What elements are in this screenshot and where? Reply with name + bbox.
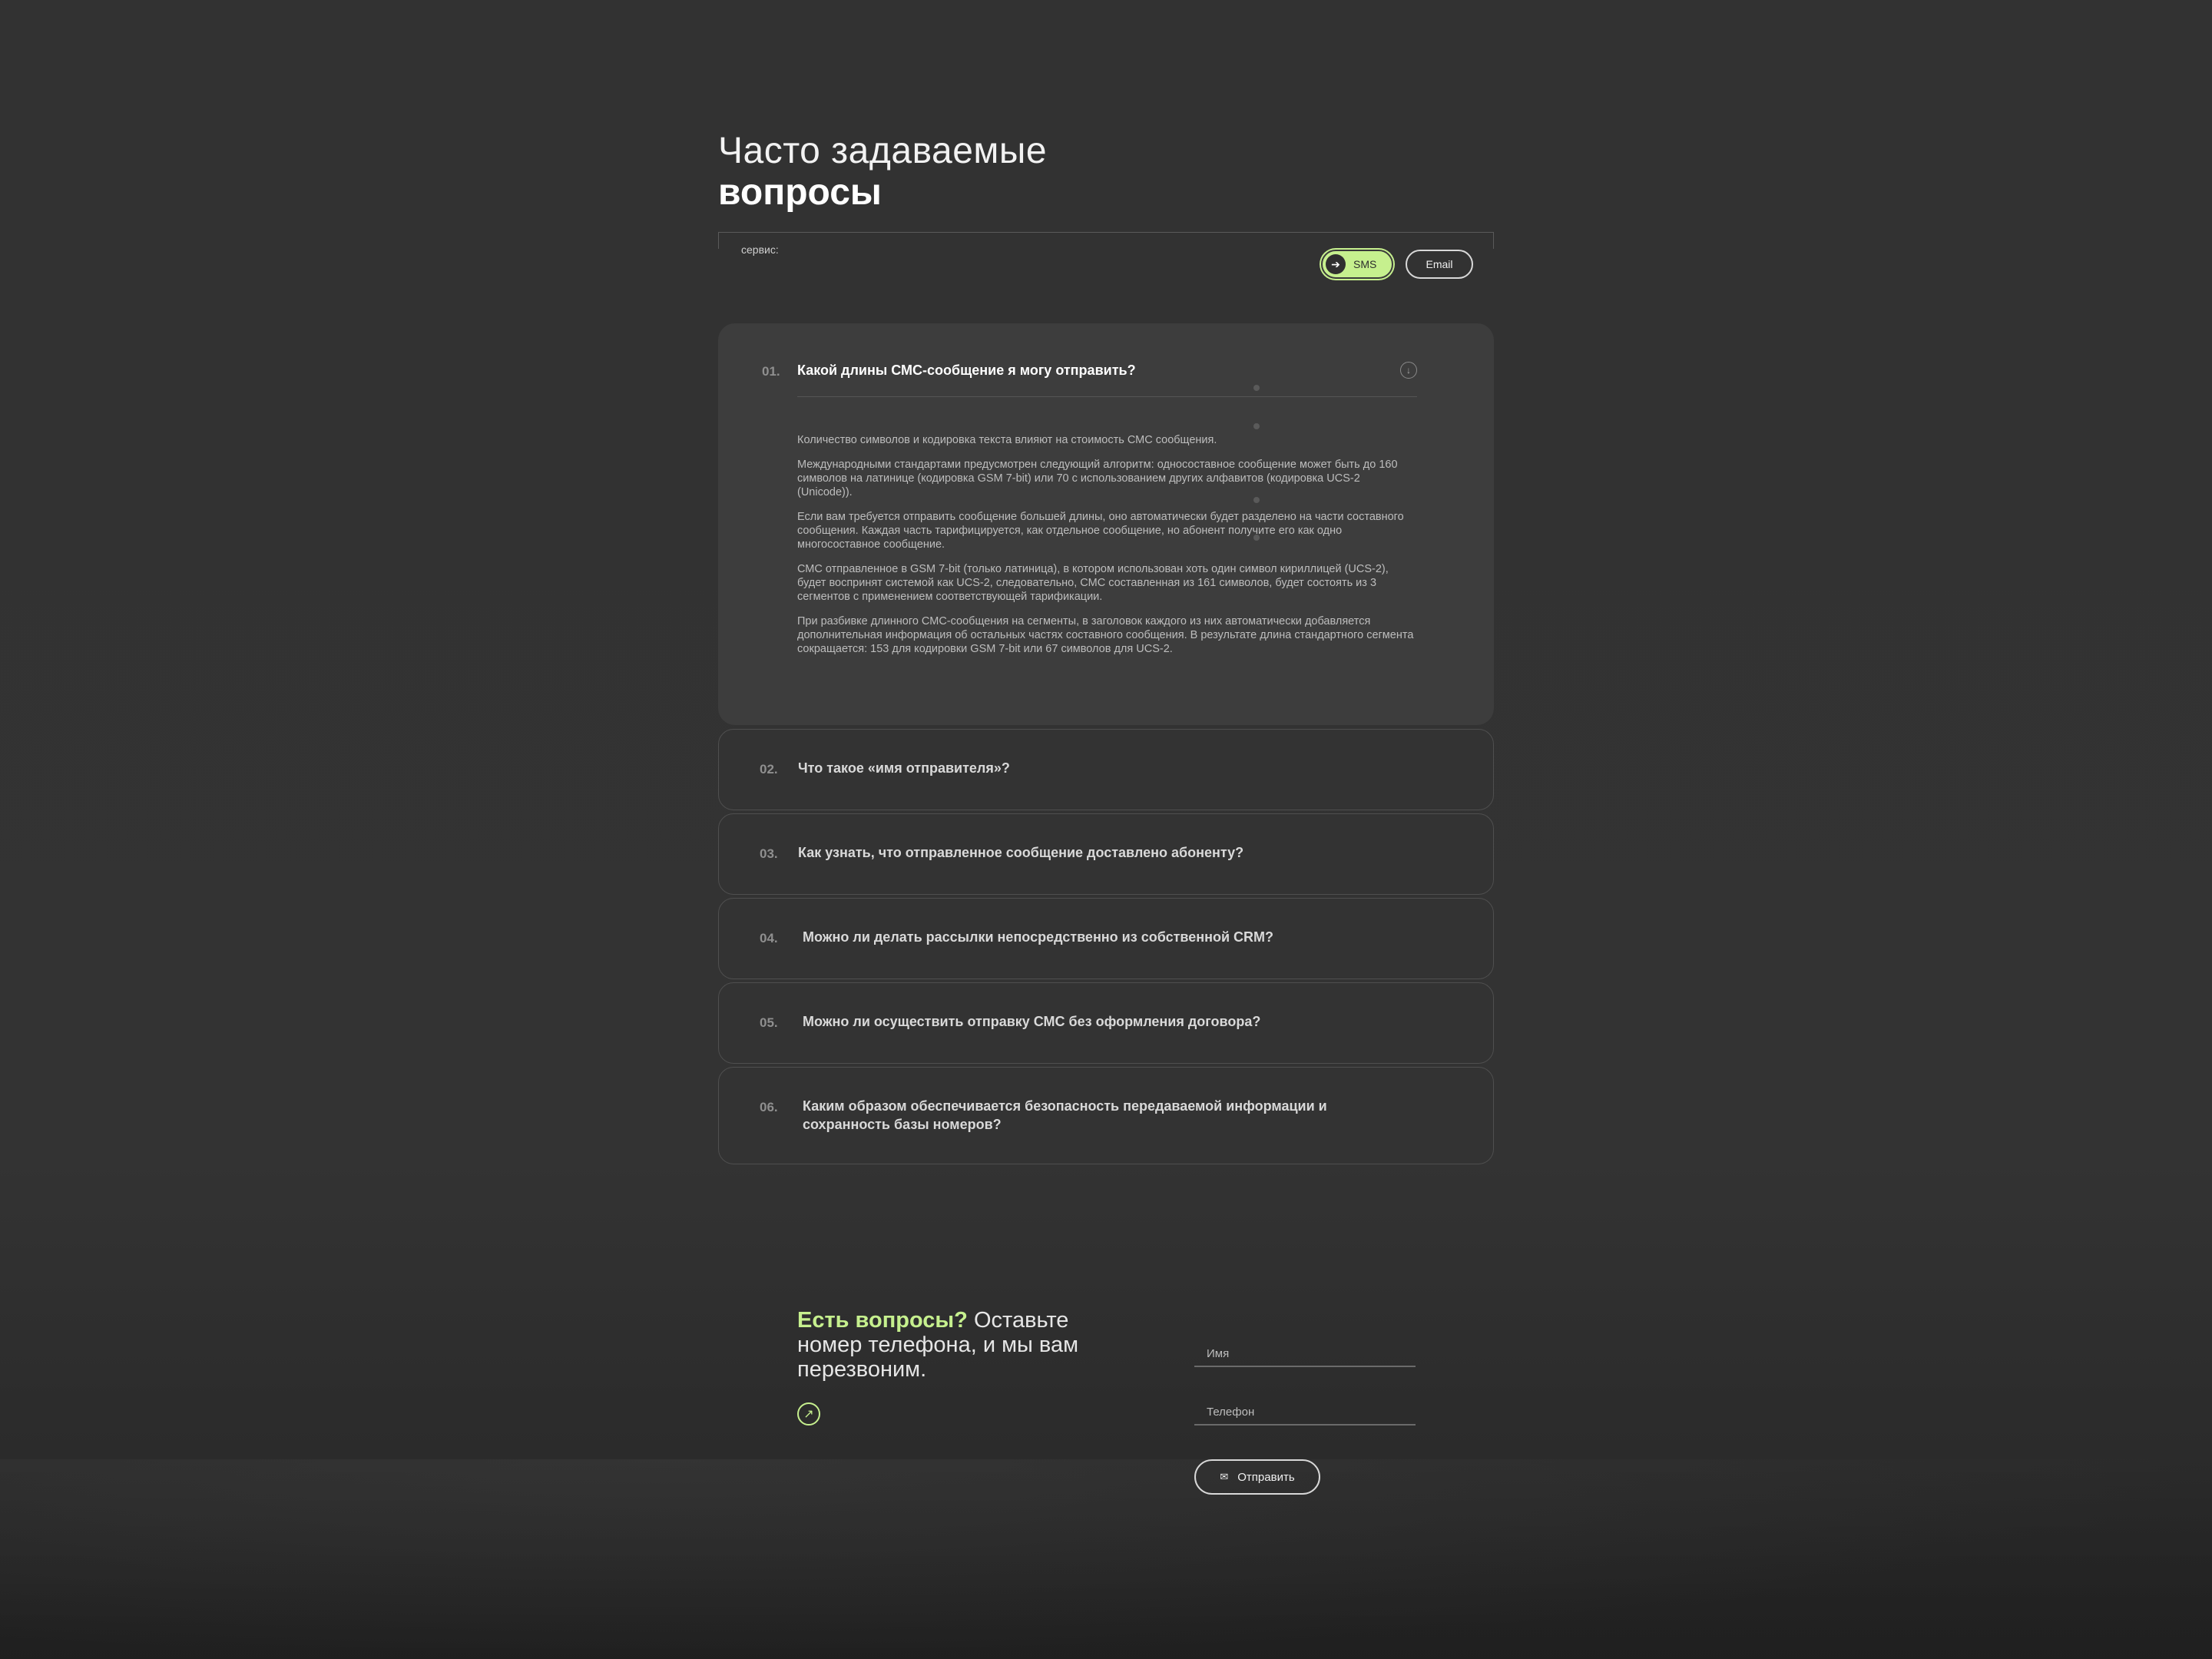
faq-answer: Количество символов и кодировка текста в… bbox=[797, 433, 1416, 667]
answer-paragraph: Если вам требуется отправить сообщение б… bbox=[797, 511, 1404, 551]
service-label: сервис: bbox=[741, 243, 779, 256]
title-bold: вопросы bbox=[718, 172, 882, 213]
name-field[interactable] bbox=[1194, 1332, 1416, 1367]
title-light: Часто задаваемые bbox=[718, 131, 1048, 171]
faq-question[interactable]: Можно ли осуществить отправку СМС без оф… bbox=[803, 1012, 1260, 1031]
faq-question[interactable]: Каким образом обеспечивается безопасност… bbox=[803, 1097, 1417, 1134]
faq-question[interactable]: Какой длины СМС-сообщение я могу отправи… bbox=[797, 361, 1136, 379]
faq-number: 03. bbox=[760, 846, 778, 861]
decor-dot bbox=[1253, 423, 1260, 429]
faq-item-3[interactable]: 03. Как узнать, что отправленное сообщен… bbox=[718, 813, 1494, 895]
mail-icon: ✉ bbox=[1220, 1471, 1229, 1482]
faq-number: 02. bbox=[760, 762, 778, 777]
faq-number: 04. bbox=[760, 931, 778, 945]
decor-dot bbox=[1253, 385, 1260, 391]
phone-field[interactable] bbox=[1194, 1390, 1416, 1426]
faq-item-5[interactable]: 05. Можно ли осуществить отправку СМС бе… bbox=[718, 982, 1494, 1064]
background-wave bbox=[0, 1459, 2212, 1659]
faq-question[interactable]: Можно ли делать рассылки непосредственно… bbox=[803, 928, 1273, 946]
faq-number: 05. bbox=[760, 1015, 778, 1030]
email-toggle-label: Email bbox=[1426, 258, 1453, 270]
answer-paragraph: При разбивке длинного СМС-сообщения на с… bbox=[797, 615, 1414, 655]
faq-item-4[interactable]: 04. Можно ли делать рассылки непосредств… bbox=[718, 898, 1494, 979]
faq-question[interactable]: Как узнать, что отправленное сообщение д… bbox=[798, 843, 1243, 862]
faq-item-1: 01. Какой длины СМС-сообщение я могу отп… bbox=[718, 323, 1494, 725]
faq-number: 01. bbox=[762, 364, 780, 379]
email-toggle-button[interactable]: Email bbox=[1406, 250, 1473, 279]
faq-item-2[interactable]: 02. Что такое «имя отправителя»? bbox=[718, 729, 1494, 810]
chevron-down-icon[interactable]: ↓ bbox=[1400, 362, 1417, 379]
sms-toggle-label: SMS bbox=[1353, 258, 1377, 270]
answer-paragraph: СМС отправленное в GSM 7-bit (только лат… bbox=[797, 563, 1389, 603]
service-filter-bar bbox=[718, 232, 1494, 249]
name-input[interactable] bbox=[1194, 1332, 1416, 1366]
faq-question[interactable]: Что такое «имя отправителя»? bbox=[798, 759, 1010, 777]
answer-paragraph: Международными стандартами предусмотрен … bbox=[797, 459, 1398, 498]
callback-prompt: Есть вопросы? Оставьте номер телефона, и… bbox=[797, 1308, 1120, 1382]
sms-toggle-button[interactable]: ➔ SMS bbox=[1321, 250, 1393, 279]
answer-paragraph: Количество символов и кодировка текста в… bbox=[797, 434, 1217, 446]
arrow-right-icon: ➔ bbox=[1326, 254, 1346, 274]
send-button[interactable]: ✉ Отправить bbox=[1194, 1459, 1320, 1495]
arrow-up-right-icon[interactable]: ↗ bbox=[797, 1402, 820, 1426]
faq-item-6[interactable]: 06. Каким образом обеспечивается безопас… bbox=[718, 1067, 1494, 1164]
faq-number: 06. bbox=[760, 1100, 778, 1114]
divider bbox=[797, 396, 1417, 397]
phone-input[interactable] bbox=[1194, 1390, 1416, 1424]
page-title: Часто задаваемые вопросы bbox=[718, 131, 1047, 214]
callback-accent: Есть вопросы? bbox=[797, 1308, 968, 1333]
send-button-label: Отправить bbox=[1237, 1470, 1295, 1484]
